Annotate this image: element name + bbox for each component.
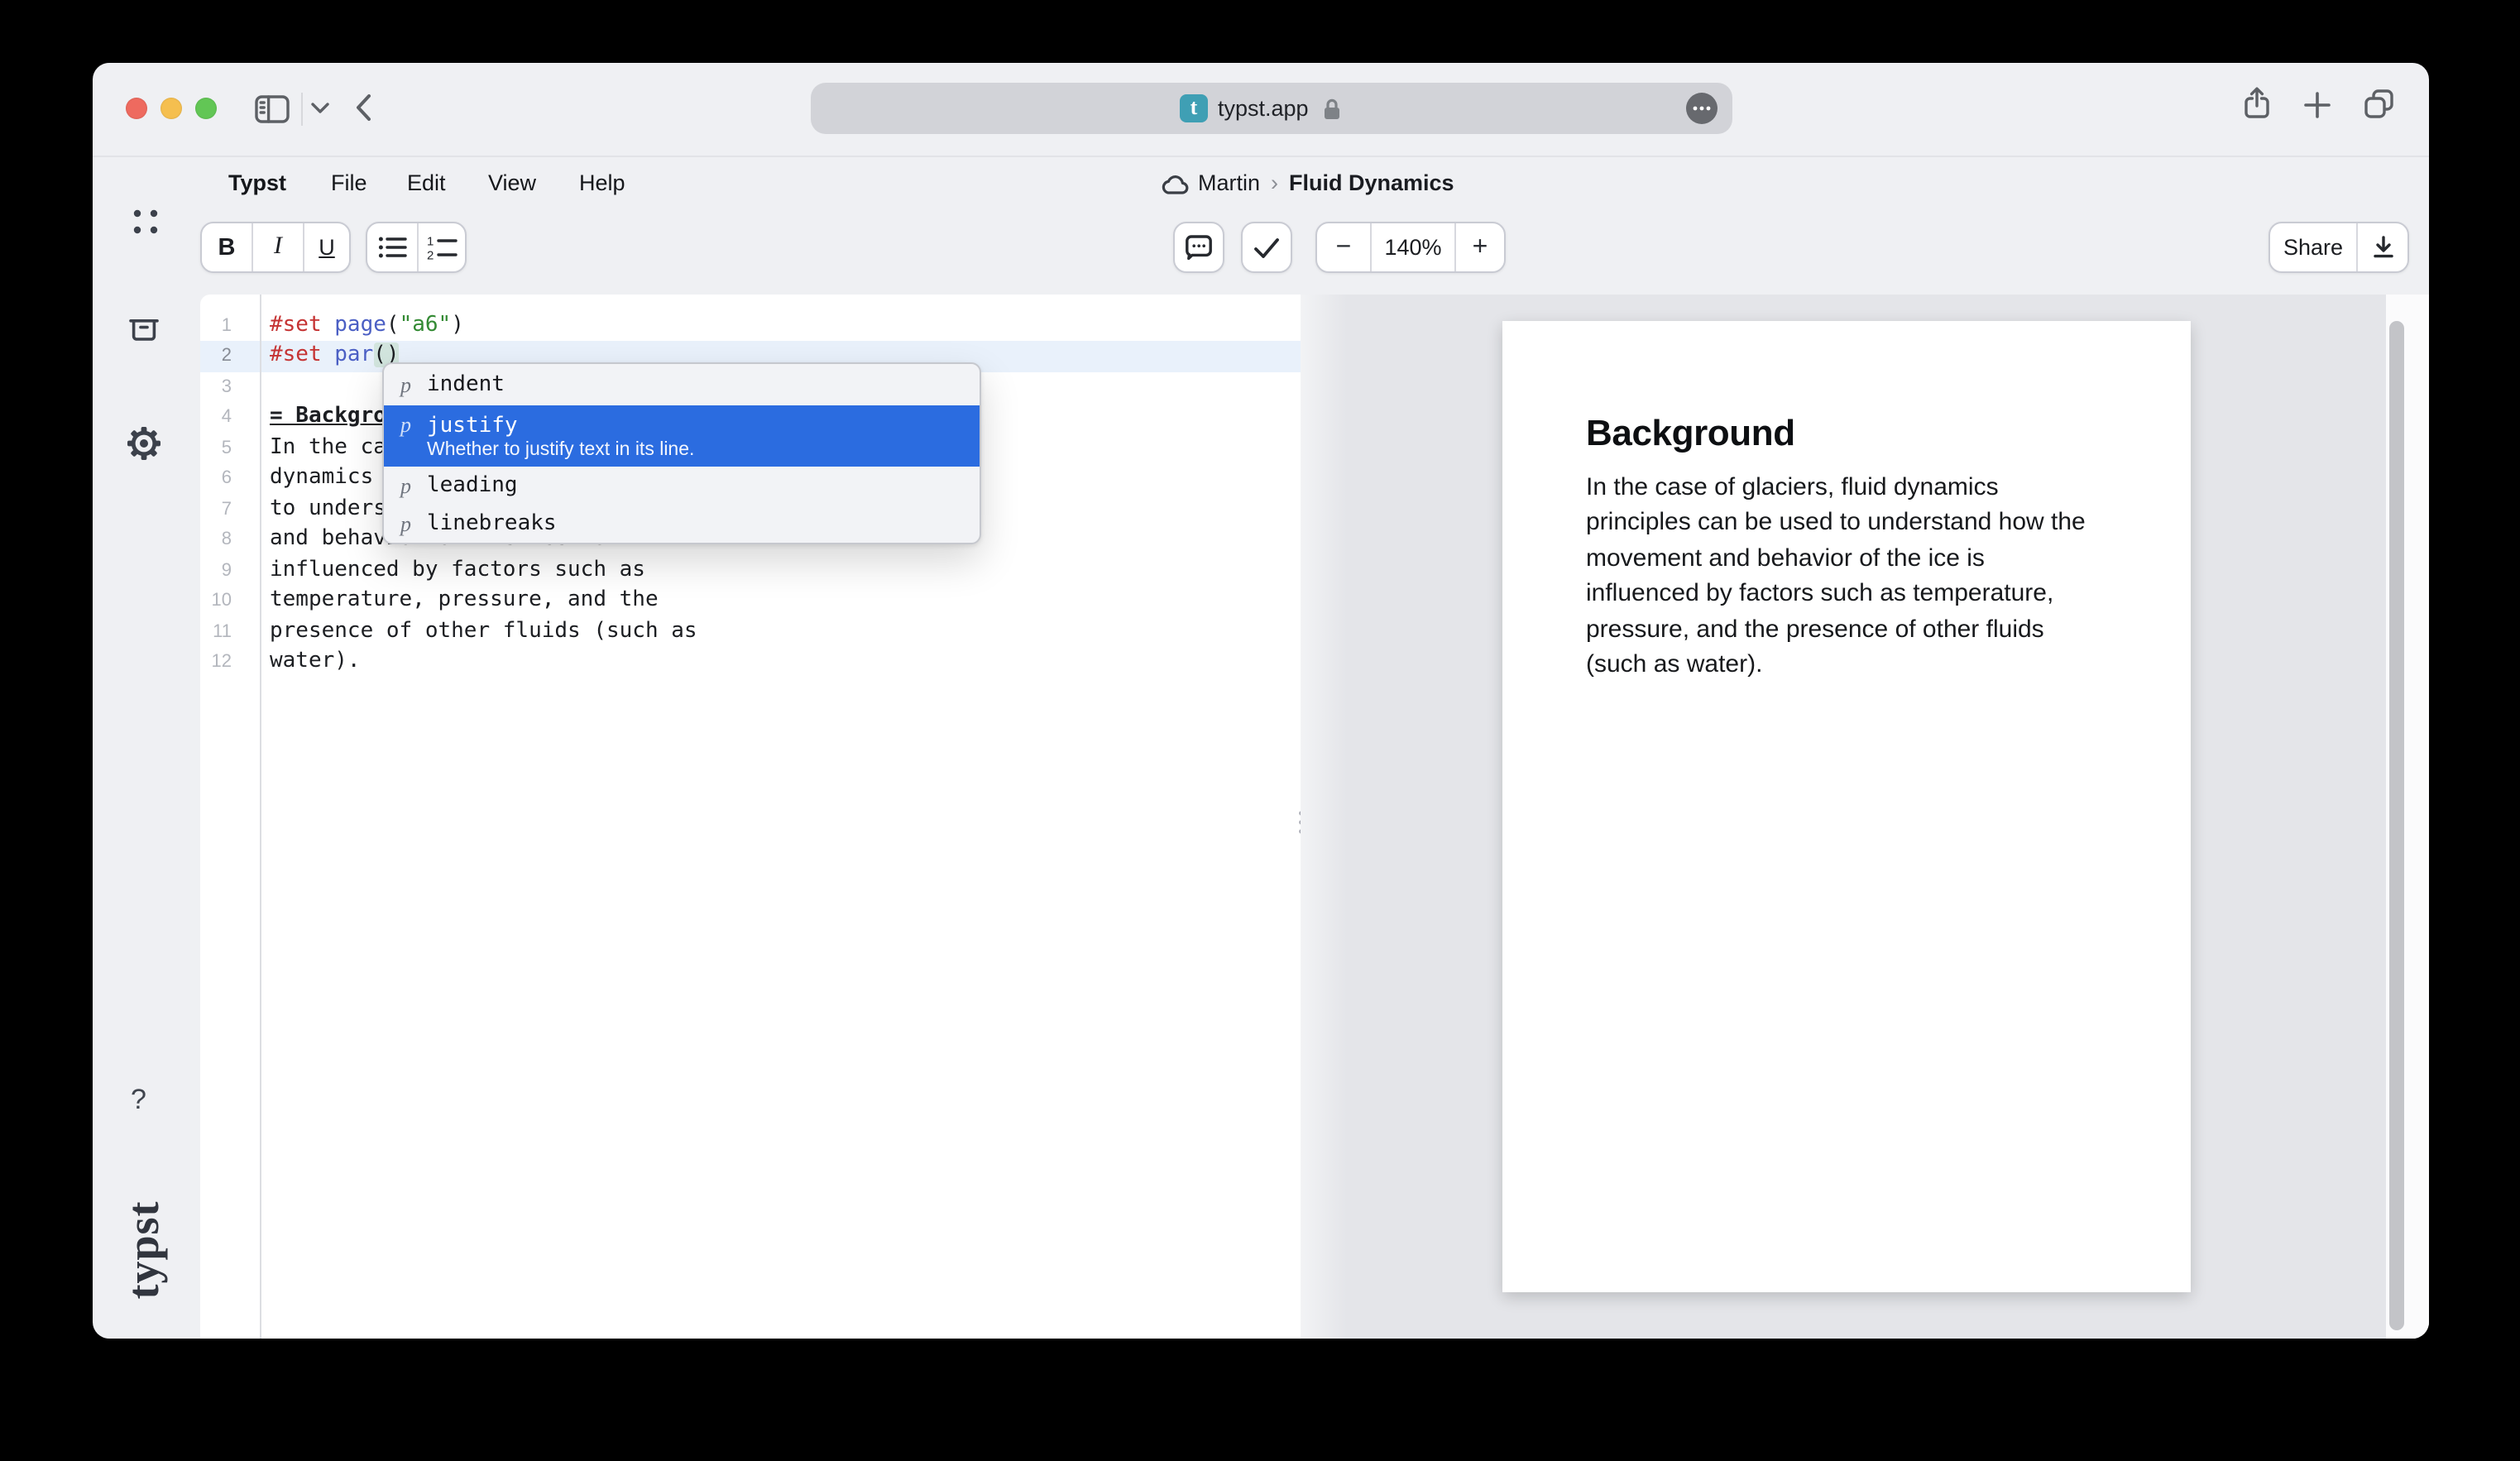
pane-shadow-gradient: [1301, 295, 1347, 1339]
share-button[interactable]: Share: [2270, 223, 2356, 271]
app-grid-icon[interactable]: [132, 208, 159, 235]
screenshot-stage: t typst.app Typst File Edit View: [0, 0, 2520, 1461]
preview-page: Background In the case of glaciers, flui…: [1502, 320, 2191, 1292]
code-line[interactable]: temperature, pressure, and the: [270, 586, 659, 616]
menu-help[interactable]: Help: [579, 169, 625, 199]
help-button[interactable]: ?: [131, 1084, 146, 1117]
code-line[interactable]: influenced by factors such as: [270, 555, 645, 586]
traffic-close-button[interactable]: [126, 98, 147, 119]
line-number: 3: [200, 371, 232, 402]
chrome-separator: [93, 156, 2429, 157]
traffic-minimize-button[interactable]: [160, 98, 182, 119]
bullet-list-icon: [376, 235, 408, 260]
line-number: 12: [200, 647, 232, 678]
sidebar-toggle-icon[interactable]: [255, 94, 291, 124]
new-tab-icon[interactable]: [2303, 91, 2331, 119]
param-type-icon: p: [400, 510, 427, 537]
line-number: 7: [200, 494, 232, 525]
download-icon: [2370, 235, 2395, 260]
line-number: 4: [200, 402, 232, 433]
preview-body-text: In the case of glaciers, fluid dynamics …: [1586, 469, 2111, 683]
site-favicon: t: [1180, 94, 1208, 122]
line-number: 2: [200, 341, 232, 371]
cloud-sync-icon: [1162, 174, 1191, 195]
code-line[interactable]: #set par(): [270, 341, 400, 371]
preview-pane: Background In the case of glaciers, flui…: [1301, 295, 2429, 1339]
code-line[interactable]: #set page("a6"): [270, 310, 464, 341]
line-number: 11: [200, 616, 232, 647]
text-style-group: B I U: [200, 222, 351, 273]
menu-typst[interactable]: Typst: [228, 169, 286, 199]
breadcrumb-workspace[interactable]: Martin: [1198, 169, 1260, 199]
line-number: 6: [200, 463, 232, 494]
line-number: 1: [200, 310, 232, 341]
chevron-down-icon[interactable]: [309, 101, 331, 116]
param-type-icon: p: [400, 472, 427, 499]
url-text: typst.app: [1218, 83, 1309, 134]
preview-scrollbar-track[interactable]: [2386, 295, 2429, 1339]
typst-logo[interactable]: typst: [118, 1167, 170, 1333]
share-group: Share: [2268, 222, 2409, 273]
share-page-icon[interactable]: [2240, 86, 2273, 122]
lock-icon: [1322, 98, 1342, 121]
settings-gear-icon[interactable]: [127, 427, 160, 460]
svg-text:2: 2: [426, 247, 433, 261]
menu-file[interactable]: File: [331, 169, 367, 199]
line-number: 8: [200, 525, 232, 555]
breadcrumb-separator: ›: [1271, 169, 1278, 199]
numbered-list-icon: 1 2: [426, 234, 458, 261]
url-bar[interactable]: t typst.app: [811, 83, 1732, 134]
menu-view[interactable]: View: [488, 169, 536, 199]
templates-tray-icon[interactable]: [127, 316, 160, 342]
download-button[interactable]: [2356, 223, 2407, 271]
code-line[interactable]: presence of other fluids (such as: [270, 616, 697, 647]
comment-icon: [1185, 233, 1213, 261]
autocomplete-dropdown: p indent p justify Whether to justify te…: [382, 362, 981, 544]
check-icon: [1253, 236, 1281, 259]
autocomplete-description: Whether to justify text in its line.: [427, 440, 694, 460]
zoom-level[interactable]: 140%: [1370, 223, 1454, 271]
breadcrumb-document: Fluid Dynamics: [1289, 169, 1454, 199]
gutter-separator: [260, 295, 261, 1339]
svg-text:1: 1: [426, 234, 433, 247]
autocomplete-item-indent[interactable]: p indent: [384, 364, 980, 405]
underline-button[interactable]: U: [303, 223, 349, 271]
zoom-in-button[interactable]: +: [1454, 223, 1504, 271]
preview-heading: Background: [1586, 408, 2111, 456]
param-type-icon: p: [400, 371, 427, 398]
comment-button[interactable]: [1173, 222, 1224, 273]
italic-button[interactable]: I: [252, 223, 303, 271]
autocomplete-item-justify[interactable]: p justify Whether to justify text in its…: [384, 405, 980, 467]
browser-window: t typst.app Typst File Edit View: [93, 63, 2429, 1339]
tab-overview-icon[interactable]: [2363, 88, 2396, 121]
page-settings-icon[interactable]: [1686, 93, 1718, 124]
line-number: 9: [200, 555, 232, 586]
autocomplete-item-leading[interactable]: p leading: [384, 467, 980, 505]
back-button-icon[interactable]: [352, 89, 376, 126]
chrome-divider: [301, 93, 303, 126]
line-number: 10: [200, 586, 232, 616]
zoom-group: − 140% +: [1315, 222, 1506, 273]
autocomplete-item-linebreaks[interactable]: p linebreaks: [384, 505, 980, 543]
traffic-zoom-button[interactable]: [195, 98, 217, 119]
bullet-list-button[interactable]: [367, 223, 417, 271]
menu-edit[interactable]: Edit: [407, 169, 446, 199]
bold-button[interactable]: B: [202, 223, 252, 271]
line-number: 5: [200, 433, 232, 463]
saved-status-button[interactable]: [1241, 222, 1292, 273]
code-line[interactable]: water).: [270, 647, 361, 678]
param-type-icon: p: [400, 412, 427, 438]
preview-scrollbar-thumb[interactable]: [2389, 320, 2404, 1329]
list-group: 1 2: [366, 222, 467, 273]
zoom-out-button[interactable]: −: [1317, 223, 1370, 271]
numbered-list-button[interactable]: 1 2: [417, 223, 465, 271]
